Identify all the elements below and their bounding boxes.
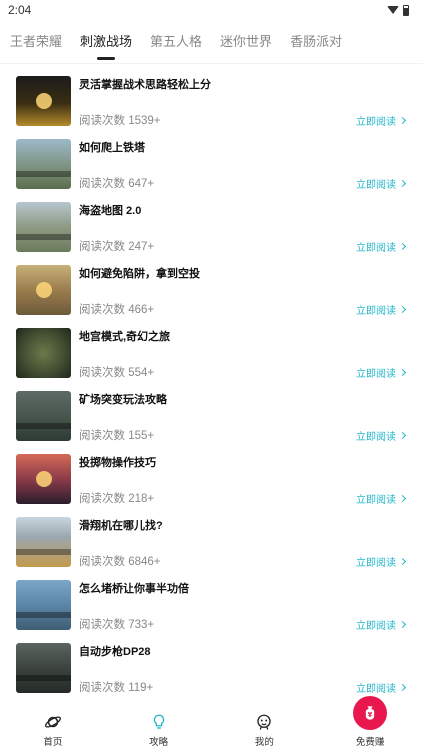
user-face-icon (257, 714, 272, 730)
tab-diwurenge[interactable]: 第五人格 (150, 20, 202, 64)
status-icons (387, 4, 409, 16)
tab-wangzherongyao[interactable]: 王者荣耀 (10, 20, 62, 64)
nav-earn[interactable]: ¥ 免费赚 (335, 696, 405, 748)
chevron-right-icon (398, 179, 407, 188)
bottom-navigation: 首页 攻略 我的 ¥ 免费赚 (0, 696, 423, 752)
article-read-count: 阅读次数 155+ (79, 430, 155, 442)
article-thumbnail (16, 139, 71, 189)
tab-xiangchangpaidui[interactable]: 香肠派对 (290, 20, 342, 64)
article-read-count: 阅读次数 119+ (79, 682, 154, 694)
article-read-count: 阅读次数 247+ (79, 241, 155, 253)
article-read-count: 阅读次数 554+ (79, 367, 155, 379)
chevron-right-icon (398, 305, 407, 314)
article-item[interactable]: 滑翔机在哪儿找? 阅读次数 6846+ 立即阅读 (0, 511, 423, 574)
chevron-right-icon (398, 368, 407, 377)
article-title: 如何爬上铁塔 (79, 142, 145, 154)
chevron-right-icon (398, 116, 407, 125)
read-now-button[interactable]: 立即阅读 (356, 113, 407, 128)
article-thumbnail (16, 328, 71, 378)
nav-mine[interactable]: 我的 (229, 713, 299, 748)
article-item[interactable]: 自动步枪DP28 阅读次数 119+ 立即阅读 (0, 637, 423, 700)
nav-mine-label: 我的 (254, 737, 274, 748)
article-title: 怎么堵桥让你事半功倍 (79, 583, 189, 595)
article-title: 地宫模式,奇幻之旅 (79, 331, 171, 343)
article-thumbnail (16, 265, 71, 315)
read-now-button[interactable]: 立即阅读 (356, 302, 407, 317)
read-now-button[interactable]: 立即阅读 (356, 239, 407, 254)
article-item[interactable]: 如何避免陷阱，拿到空投 阅读次数 466+ 立即阅读 (0, 259, 423, 322)
article-title: 海盗地图 2.0 (79, 205, 142, 217)
chevron-right-icon (398, 242, 407, 251)
lightbulb-icon (153, 714, 164, 729)
article-thumbnail (16, 517, 71, 567)
status-bar: 2:04 (0, 0, 423, 20)
article-read-count: 阅读次数 1539+ (79, 115, 161, 127)
nav-guides[interactable]: 攻略 (124, 713, 194, 748)
tab-cijizhanchang[interactable]: 刺激战场 (80, 20, 132, 64)
chevron-right-icon (398, 683, 407, 692)
read-now-button[interactable]: 立即阅读 (356, 428, 407, 443)
chevron-right-icon (398, 431, 407, 440)
article-thumbnail (16, 454, 71, 504)
article-title: 滑翔机在哪儿找? (79, 520, 163, 532)
money-bag-icon: ¥ (365, 706, 375, 720)
nav-home[interactable]: 首页 (18, 713, 88, 748)
article-item[interactable]: 怎么堵桥让你事半功倍 阅读次数 733+ 立即阅读 (0, 574, 423, 637)
planet-icon (44, 716, 61, 728)
article-thumbnail (16, 202, 71, 252)
read-now-button[interactable]: 立即阅读 (356, 491, 407, 506)
nav-home-label: 首页 (43, 737, 63, 748)
read-now-button[interactable]: 立即阅读 (356, 680, 407, 695)
read-now-button[interactable]: 立即阅读 (356, 176, 407, 191)
svg-text:¥: ¥ (368, 711, 373, 719)
article-thumbnail (16, 643, 71, 693)
tab-minishijie[interactable]: 迷你世界 (220, 20, 272, 64)
read-now-button[interactable]: 立即阅读 (356, 617, 407, 632)
article-title: 自动步枪DP28 (79, 646, 151, 658)
article-item[interactable]: 矿场突变玩法攻略 阅读次数 155+ 立即阅读 (0, 385, 423, 448)
article-title: 如何避免陷阱，拿到空投 (79, 268, 200, 280)
status-time: 2:04 (8, 3, 32, 17)
article-item[interactable]: 灵活掌握战术思路轻松上分 阅读次数 1539+ 立即阅读 (0, 70, 423, 133)
article-thumbnail (16, 580, 71, 630)
article-thumbnail (16, 391, 71, 441)
article-read-count: 阅读次数 733+ (79, 619, 155, 631)
article-item[interactable]: 投掷物操作技巧 阅读次数 218+ 立即阅读 (0, 448, 423, 511)
article-read-count: 阅读次数 466+ (79, 304, 155, 316)
article-thumbnail (16, 76, 71, 126)
article-title: 灵活掌握战术思路轻松上分 (79, 79, 211, 91)
wifi-icon (387, 6, 399, 14)
nav-guides-label: 攻略 (149, 737, 169, 748)
read-now-button[interactable]: 立即阅读 (356, 554, 407, 569)
article-list: 灵活掌握战术思路轻松上分 阅读次数 1539+ 立即阅读 如何爬上铁塔 阅读次数… (0, 64, 423, 700)
read-now-button[interactable]: 立即阅读 (356, 365, 407, 380)
chevron-right-icon (398, 620, 407, 629)
article-read-count: 阅读次数 647+ (79, 178, 155, 190)
chevron-right-icon (398, 557, 407, 566)
nav-earn-label: 免费赚 (355, 737, 385, 748)
article-item[interactable]: 地宫模式,奇幻之旅 阅读次数 554+ 立即阅读 (0, 322, 423, 385)
battery-icon (403, 4, 409, 16)
article-title: 投掷物操作技巧 (79, 457, 156, 469)
category-tabs: 王者荣耀 刺激战场 第五人格 迷你世界 香肠派对 (0, 20, 423, 64)
chevron-right-icon (398, 494, 407, 503)
article-title: 矿场突变玩法攻略 (79, 394, 167, 406)
article-item[interactable]: 海盗地图 2.0 阅读次数 247+ 立即阅读 (0, 196, 423, 259)
article-read-count: 阅读次数 6846+ (79, 556, 161, 568)
earn-circle: ¥ (353, 696, 388, 730)
article-read-count: 阅读次数 218+ (79, 493, 155, 505)
article-item[interactable]: 如何爬上铁塔 阅读次数 647+ 立即阅读 (0, 133, 423, 196)
